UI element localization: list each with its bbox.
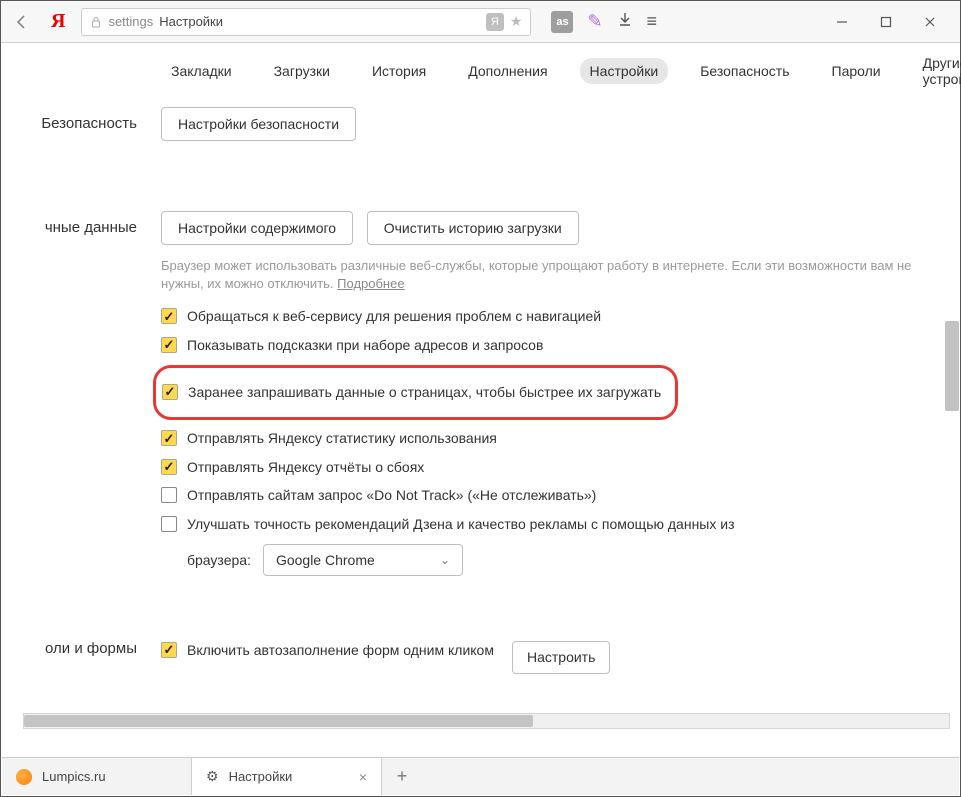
browser-select-value: Google Chrome — [276, 552, 375, 568]
tab-Безопасность[interactable]: Безопасность — [690, 58, 799, 84]
autofill-checkbox[interactable] — [161, 642, 177, 658]
browser-label: браузера: — [187, 552, 251, 568]
checkbox-row-1: Показывать подсказки при наборе адресов … — [161, 336, 930, 356]
vertical-scrollbar-thumb[interactable] — [945, 321, 959, 411]
checkbox-row-5: Отправлять сайтам запрос «Do Not Track» … — [161, 486, 930, 506]
bookmark-star-icon[interactable]: ★ — [510, 13, 523, 30]
horizontal-scrollbar-thumb[interactable] — [24, 715, 533, 727]
checkbox-3[interactable] — [161, 430, 177, 446]
settings-content: Безопасность Настройки безопасности чные… — [1, 99, 960, 729]
browser-tab-1[interactable]: ⚙ Настройки × — [192, 758, 382, 795]
address-bar[interactable]: settings Настройки Я ★ — [81, 8, 531, 36]
new-tab-button[interactable]: + — [382, 758, 422, 795]
tab-Загрузки[interactable]: Загрузки — [264, 58, 340, 84]
checkbox-label-5: Отправлять сайтам запрос «Do Not Track» … — [187, 486, 596, 506]
checkbox-6[interactable] — [161, 516, 177, 532]
tab-Дополнения[interactable]: Дополнения — [458, 58, 557, 84]
downloads-icon[interactable] — [617, 11, 633, 32]
feather-icon[interactable]: ✎ — [587, 11, 602, 32]
checkbox-label-4: Отправлять Яндексу отчёты о сбоях — [187, 458, 424, 478]
autofill-checkbox-row: Включить автозаполнение форм одним клико… — [161, 641, 930, 675]
security-settings-button[interactable]: Настройки безопасности — [161, 107, 356, 141]
lock-icon — [90, 16, 102, 28]
gear-icon: ⚙ — [206, 768, 219, 785]
tab-История[interactable]: История — [362, 58, 436, 84]
section-label-security: Безопасность — [1, 107, 161, 141]
learn-more-link[interactable]: Подробнее — [337, 276, 404, 291]
maximize-button[interactable] — [864, 8, 908, 36]
section-label-personal: чные данные — [1, 211, 161, 576]
address-title: Настройки — [159, 14, 223, 29]
checkbox-0[interactable] — [161, 308, 177, 324]
tab-Пароли[interactable]: Пароли — [822, 58, 891, 84]
window-controls — [820, 8, 952, 36]
tab-Другие устройства[interactable]: Другие устройства — [913, 50, 961, 92]
browser-select-row: браузера: Google Chrome ⌄ — [187, 544, 930, 576]
autofill-label: Включить автозаполнение форм одним клико… — [187, 641, 494, 661]
section-security: Безопасность Настройки безопасности — [1, 99, 960, 163]
checkbox-4[interactable] — [161, 459, 177, 475]
browser-tab-label: Lumpics.ru — [42, 769, 106, 784]
checkbox-label-0: Обращаться к веб-сервису для решения про… — [187, 307, 601, 327]
yandex-badge-icon[interactable]: Я — [486, 13, 504, 31]
tab-Закладки[interactable]: Закладки — [161, 58, 242, 84]
section-label-forms: оли и формы — [1, 632, 161, 684]
extension-as-icon[interactable]: as — [551, 11, 573, 33]
checkbox-row-0: Обращаться к веб-сервису для решения про… — [161, 307, 930, 327]
settings-tabs: Закладки Загрузки История Дополнения Настрой… — [1, 43, 960, 99]
personal-help-text: Браузер может использовать различные веб… — [161, 257, 930, 293]
menu-icon[interactable]: ≡ — [647, 11, 658, 32]
tab-bar: Lumpics.ru ⚙ Настройки × + — [2, 757, 959, 795]
section-passwords-forms: оли и формы Включить автозаполнение форм… — [1, 624, 960, 706]
checkbox-row-6: Улучшать точность рекомендаций Дзена и к… — [161, 515, 930, 535]
minimize-button[interactable] — [820, 8, 864, 36]
checkbox-1[interactable] — [161, 337, 177, 353]
tab-Настройки[interactable]: Настройки — [580, 58, 669, 84]
checkbox-row-2: Заранее запрашивать данные о страницах, … — [162, 383, 661, 403]
chevron-down-icon: ⌄ — [440, 553, 450, 567]
checkbox-2[interactable] — [162, 384, 178, 400]
close-tab-icon[interactable]: × — [359, 769, 367, 785]
checkbox-row-3: Отправлять Яндексу статистику использова… — [161, 429, 930, 449]
checkbox-label-2: Заранее запрашивать данные о страницах, … — [188, 383, 661, 403]
highlighted-option: Заранее запрашивать данные о страницах, … — [153, 365, 678, 421]
horizontal-scrollbar[interactable] — [23, 713, 950, 729]
clear-download-history-button[interactable]: Очистить историю загрузки — [367, 211, 579, 245]
back-button[interactable] — [9, 9, 35, 35]
checkbox-label-3: Отправлять Яндексу статистику использова… — [187, 429, 497, 449]
content-settings-button[interactable]: Настройки содержимого — [161, 211, 353, 245]
close-button[interactable] — [908, 8, 952, 36]
checkbox-label-6: Улучшать точность рекомендаций Дзена и к… — [187, 515, 735, 535]
browser-toolbar: Я settings Настройки Я ★ as ✎ ≡ — [1, 1, 960, 43]
checkbox-5[interactable] — [161, 487, 177, 503]
section-personal-data: чные данные Настройки содержимого Очисти… — [1, 203, 960, 598]
browser-tab-label: Настройки — [229, 769, 293, 784]
checkbox-label-1: Показывать подсказки при наборе адресов … — [187, 336, 543, 356]
favicon-icon — [16, 769, 32, 785]
checkbox-row-4: Отправлять Яндексу отчёты о сбоях — [161, 458, 930, 478]
browser-select[interactable]: Google Chrome ⌄ — [263, 544, 463, 576]
browser-logo[interactable]: Я — [45, 10, 71, 33]
toolbar-icons: as ✎ ≡ — [551, 11, 657, 33]
autofill-configure-button[interactable]: Настроить — [512, 641, 610, 675]
browser-tab-0[interactable]: Lumpics.ru — [2, 758, 192, 795]
address-prefix: settings — [108, 14, 153, 29]
